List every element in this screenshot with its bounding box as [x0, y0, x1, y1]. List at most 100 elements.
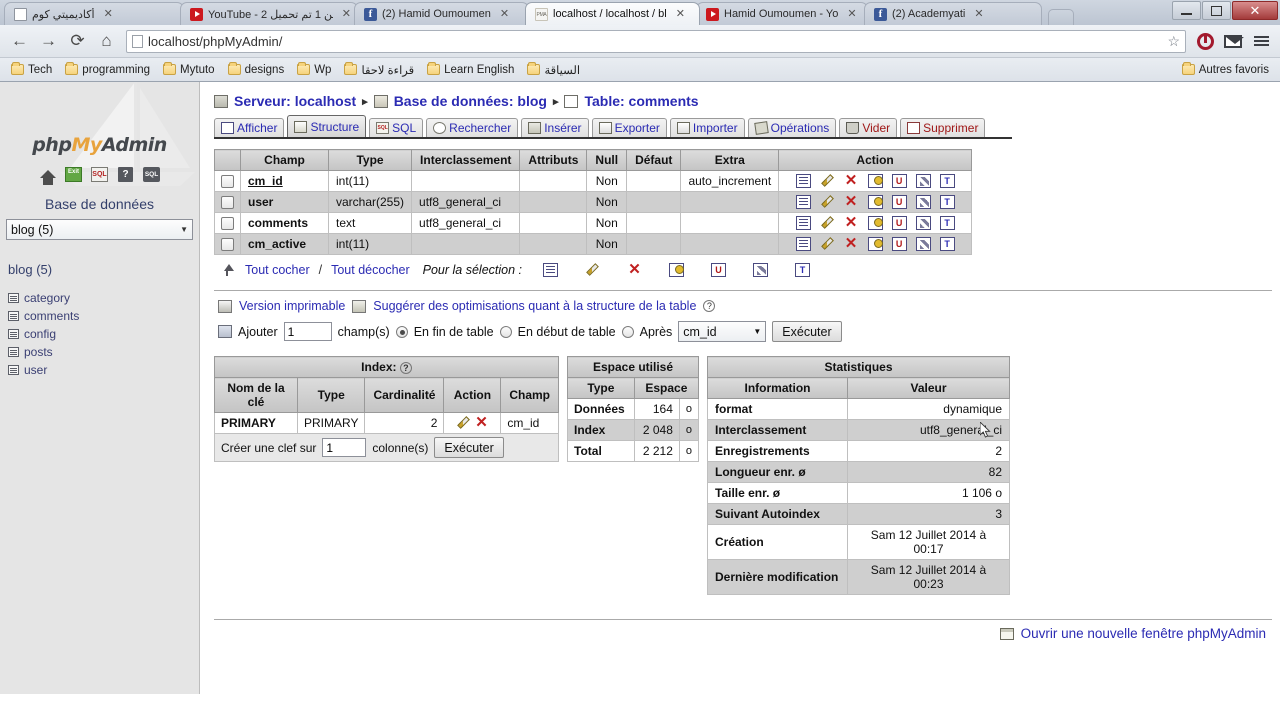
- row-checkbox-cell[interactable]: [214, 212, 241, 234]
- tab-rechercher[interactable]: Rechercher: [426, 118, 519, 137]
- tab-close-icon[interactable]: ✕: [104, 8, 113, 20]
- check-all-link[interactable]: Tout cocher: [245, 263, 310, 277]
- uncheck-all-link[interactable]: Tout décocher: [331, 263, 410, 277]
- cell-champ[interactable]: user: [240, 191, 329, 213]
- bookmark-item[interactable]: السياقة: [522, 61, 585, 79]
- delete-icon[interactable]: ✕: [627, 262, 642, 277]
- primary-key-icon[interactable]: [867, 237, 883, 251]
- unique-icon[interactable]: U: [891, 174, 907, 188]
- browse-icon[interactable]: [795, 195, 811, 209]
- new-tab-button[interactable]: [1048, 9, 1074, 25]
- fulltext-icon[interactable]: T: [939, 237, 955, 251]
- unique-icon[interactable]: U: [891, 195, 907, 209]
- edit-icon[interactable]: [585, 263, 600, 277]
- close-button[interactable]: ✕: [1232, 1, 1278, 20]
- delete-icon[interactable]: ✕: [844, 236, 859, 251]
- primary-key-icon[interactable]: [867, 195, 883, 209]
- index-icon[interactable]: [915, 195, 931, 209]
- tab-afficher[interactable]: Afficher: [214, 118, 285, 137]
- home-icon[interactable]: ⌂: [93, 28, 120, 54]
- edit-icon[interactable]: [820, 174, 835, 188]
- bookmark-item[interactable]: designs: [223, 62, 290, 78]
- cell-champ[interactable]: cm_active: [240, 233, 329, 255]
- sidebar-table-category[interactable]: category: [8, 289, 199, 307]
- browse-icon[interactable]: [543, 263, 558, 277]
- help-icon[interactable]: ?: [399, 362, 412, 374]
- row-checkbox[interactable]: [221, 196, 234, 210]
- edit-icon[interactable]: [820, 195, 835, 209]
- execute-add-field-button[interactable]: Exécuter: [772, 321, 842, 342]
- row-checkbox[interactable]: [221, 238, 234, 252]
- other-bookmarks-item[interactable]: Autres favoris: [1177, 62, 1274, 78]
- sidebar-table-posts[interactable]: posts: [8, 343, 199, 361]
- opera-extension-icon[interactable]: [1192, 28, 1218, 54]
- unique-icon[interactable]: U: [891, 216, 907, 230]
- index-icon[interactable]: [915, 174, 931, 188]
- help-icon[interactable]: ?: [703, 300, 716, 312]
- open-new-window-link[interactable]: Ouvrir une nouvelle fenêtre phpMyAdmin: [1021, 626, 1266, 641]
- tab-structure[interactable]: Structure: [287, 115, 367, 137]
- tab-importer[interactable]: Importer: [669, 118, 745, 137]
- row-checkbox[interactable]: [221, 217, 234, 231]
- maximize-button[interactable]: [1202, 1, 1231, 20]
- sidebar-table-user[interactable]: user: [8, 361, 199, 379]
- add-field-count-input[interactable]: [283, 322, 332, 341]
- sidebar-table-config[interactable]: config: [8, 325, 199, 343]
- minimize-button[interactable]: [1172, 1, 1201, 20]
- bookmark-item[interactable]: Learn English: [422, 62, 519, 78]
- browser-tab[interactable]: YouTube - 2 من 1 تم تحميل ✕: [180, 2, 358, 25]
- create-key-count-input[interactable]: [322, 438, 367, 457]
- index-icon[interactable]: [915, 237, 931, 251]
- delete-icon[interactable]: ✕: [844, 215, 859, 230]
- tab-close-icon[interactable]: ✕: [847, 8, 856, 20]
- bookmark-star-icon[interactable]: ☆: [1167, 33, 1180, 50]
- database-select[interactable]: blog (5) ▼: [6, 219, 193, 240]
- primary-key-icon[interactable]: [867, 174, 883, 188]
- current-database-label[interactable]: blog (5): [8, 262, 199, 277]
- browser-tab-active[interactable]: PMA localhost / localhost / bl ✕: [525, 2, 700, 25]
- edit-icon[interactable]: [456, 416, 471, 430]
- exit-icon[interactable]: Exit: [65, 166, 82, 182]
- tab-supprimer[interactable]: Supprimer: [900, 118, 986, 137]
- tab-close-icon[interactable]: ✕: [974, 8, 983, 20]
- fulltext-icon[interactable]: T: [939, 216, 955, 230]
- tab-close-icon[interactable]: ✕: [342, 8, 351, 20]
- unique-icon[interactable]: U: [891, 237, 907, 251]
- primary-key-icon[interactable]: [867, 216, 883, 230]
- cell-champ[interactable]: cm_id: [240, 170, 329, 192]
- tab-inserer[interactable]: Insérer: [521, 118, 589, 137]
- bookmark-item[interactable]: programming: [60, 62, 155, 78]
- fulltext-icon[interactable]: T: [939, 174, 955, 188]
- browse-icon[interactable]: [795, 237, 811, 251]
- after-field-select[interactable]: cm_id ▼: [678, 321, 767, 342]
- delete-icon[interactable]: ✕: [844, 194, 859, 209]
- edit-icon[interactable]: [820, 237, 835, 251]
- tab-close-icon[interactable]: ✕: [676, 8, 685, 20]
- browse-icon[interactable]: [795, 216, 811, 230]
- tab-close-icon[interactable]: ✕: [500, 8, 509, 20]
- help-icon[interactable]: ?: [117, 166, 134, 182]
- reload-icon[interactable]: ⟳: [64, 28, 91, 54]
- radio-after[interactable]: [621, 325, 634, 338]
- radio-begin-of-table[interactable]: [499, 325, 512, 338]
- fulltext-icon[interactable]: T: [939, 195, 955, 209]
- optimize-suggestions-link[interactable]: Suggérer des optimisations quant à la st…: [373, 299, 696, 313]
- home-icon[interactable]: [39, 166, 56, 185]
- browser-tab[interactable]: f (2) Academyati ✕: [864, 2, 1042, 25]
- row-checkbox-cell[interactable]: [214, 170, 241, 192]
- fulltext-icon[interactable]: T: [795, 263, 810, 277]
- forward-icon[interactable]: →: [35, 28, 62, 54]
- row-checkbox-cell[interactable]: [214, 191, 241, 213]
- browser-tab[interactable]: أكاديميتي كوم ✕: [4, 2, 184, 25]
- tab-exporter[interactable]: Exporter: [591, 118, 667, 137]
- sql-bubble-icon[interactable]: SQL: [143, 166, 160, 182]
- browse-icon[interactable]: [795, 174, 811, 188]
- breadcrumb-server[interactable]: Serveur: localhost: [234, 93, 356, 109]
- tab-sql[interactable]: SQL SQL: [369, 118, 424, 137]
- browser-tab[interactable]: f (2) Hamid Oumoumen ✕: [354, 2, 529, 25]
- tab-operations[interactable]: Opérations: [747, 118, 837, 137]
- primary-key-icon[interactable]: [669, 263, 684, 277]
- edit-icon[interactable]: [820, 216, 835, 230]
- delete-icon[interactable]: ✕: [474, 415, 489, 430]
- row-checkbox[interactable]: [221, 175, 234, 189]
